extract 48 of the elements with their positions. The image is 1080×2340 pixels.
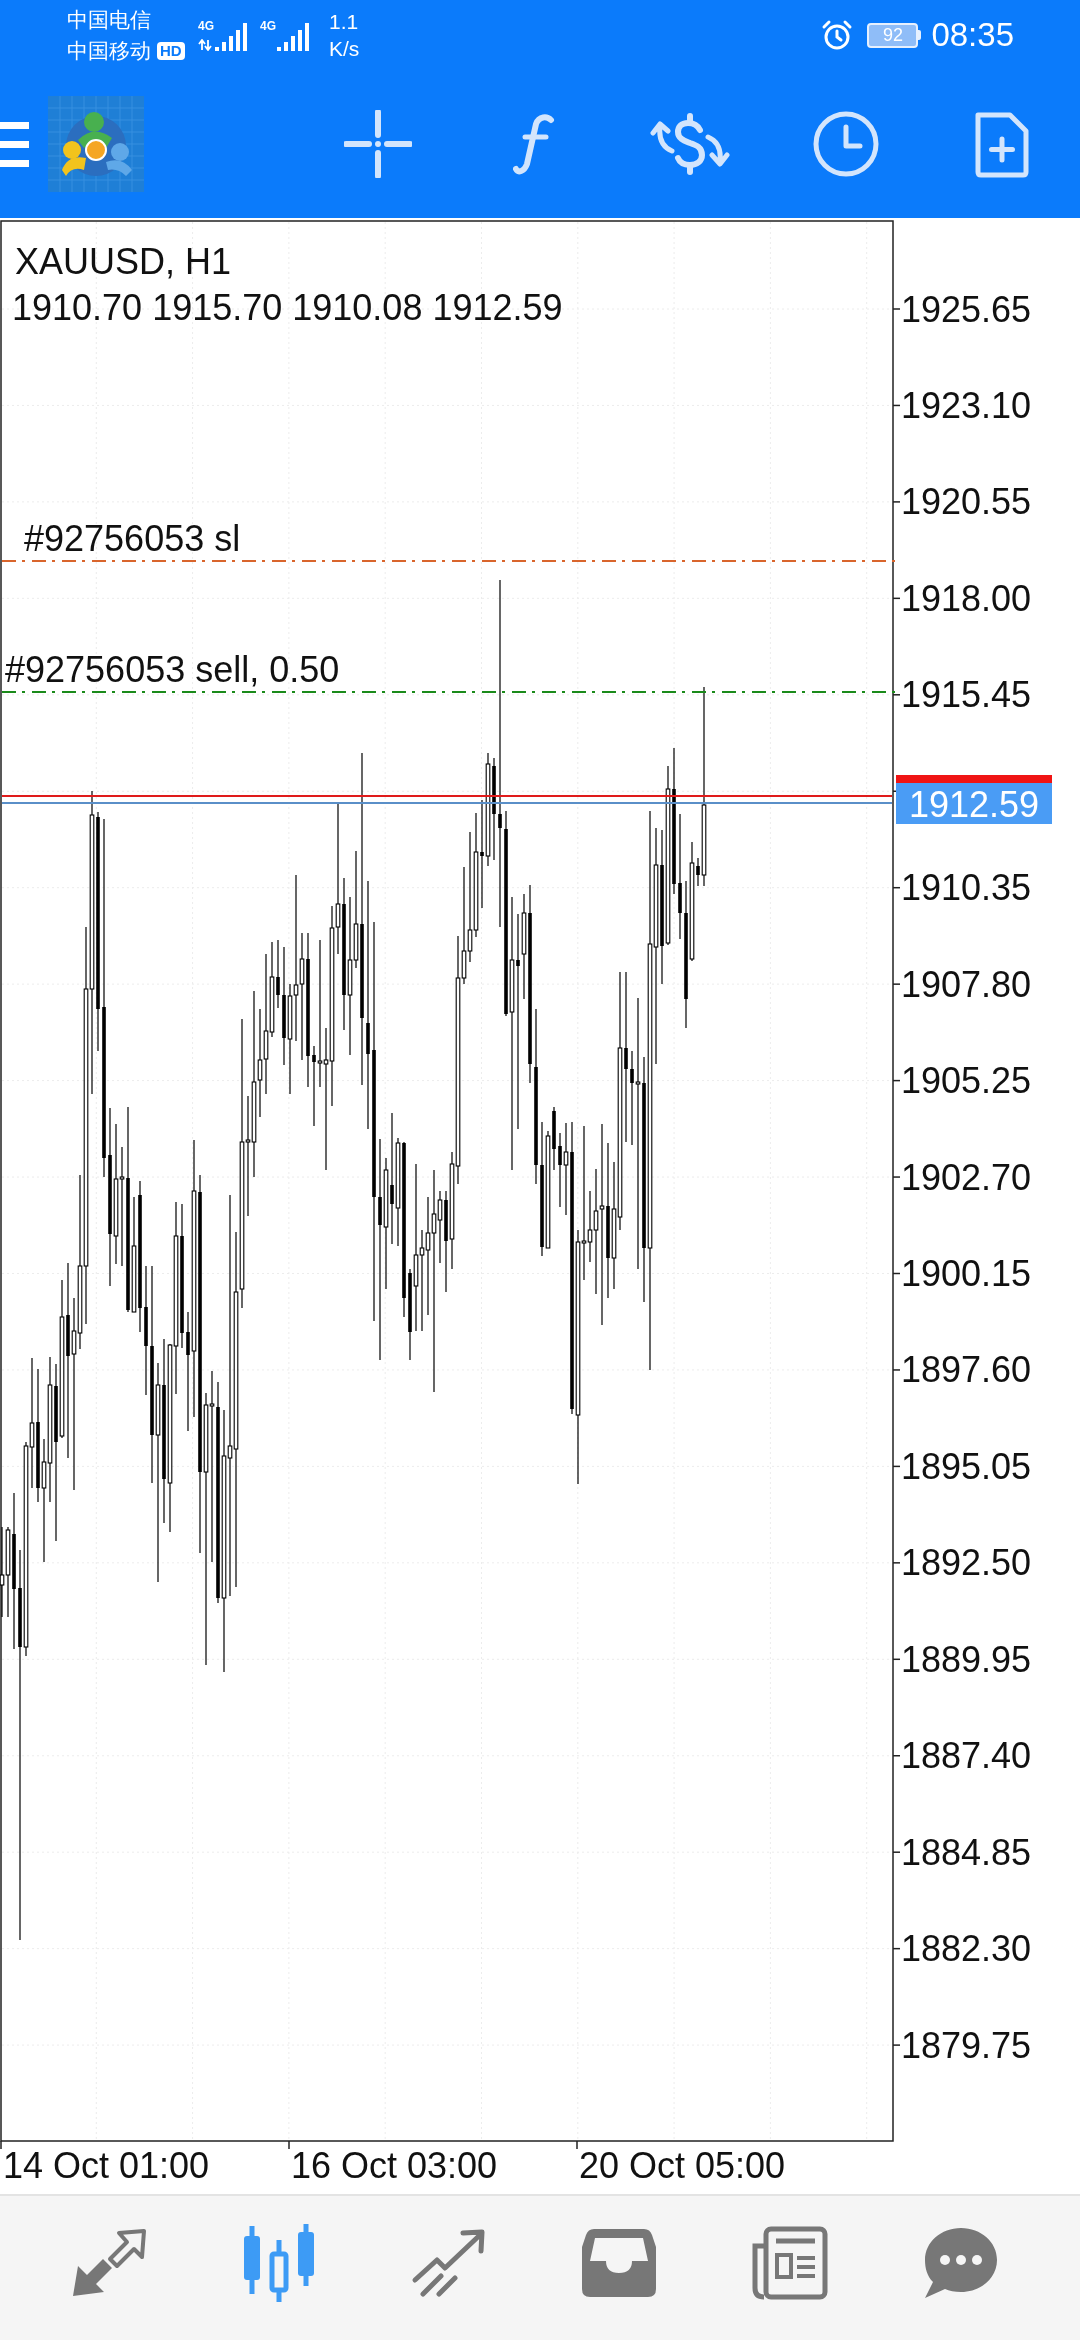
logo-icon[interactable] — [48, 96, 144, 192]
price-axis-label: 1910.35 — [901, 867, 1032, 909]
price-axis-label: 1907.80 — [901, 963, 1032, 1005]
time-axis-label: 14 Oct 01:00 — [3, 2144, 210, 2186]
hd-badge: HD — [157, 41, 185, 60]
menu-icon[interactable] — [0, 121, 29, 167]
carrier-name: 中国移动 — [67, 37, 151, 64]
price-axis-label: 1923.10 — [901, 384, 1032, 426]
clock-time: 08:35 — [931, 15, 1014, 55]
inbox-icon[interactable] — [582, 2229, 656, 2297]
price-axis-label: 1892.50 — [901, 1542, 1032, 1584]
order-label: #92756053 sell, 0.50 — [5, 648, 340, 690]
ohlc-values: 1910.70 1915.70 1910.08 1912.59 — [12, 286, 563, 328]
price-axis-label: 1882.30 — [901, 1928, 1032, 1970]
speed-unit: K/s — [329, 36, 360, 62]
trend-arrow-icon[interactable] — [411, 2228, 487, 2298]
price-axis-label: 1920.55 — [901, 481, 1032, 523]
newspaper-icon[interactable] — [750, 2226, 828, 2300]
price-axis-label: 1900.15 — [901, 1253, 1032, 1294]
price-axis-label: 1897.60 — [901, 1349, 1032, 1391]
price-axis-label: 1889.95 — [901, 1638, 1032, 1680]
symbol-title: XAUUSD, H1 — [15, 240, 232, 282]
price-axis-label: 1879.75 — [901, 2024, 1032, 2066]
price-axis-label: 1925.65 — [901, 288, 1032, 330]
network-type-label: 4G — [260, 19, 275, 33]
price-axis-label: 1895.05 — [901, 1445, 1032, 1487]
price-axis-label: 1887.40 — [901, 1735, 1032, 1777]
document-plus-icon[interactable] — [974, 110, 1030, 178]
network-type-label: 4G — [198, 19, 213, 33]
time-axis-label: 20 Oct 05:00 — [579, 2144, 786, 2186]
price-axis-label: 1902.70 — [901, 1156, 1032, 1198]
price-axis-label: 1905.25 — [901, 1060, 1032, 1102]
price-axis-label: 1915.45 — [901, 674, 1032, 716]
current-price-tag: 1912.59 — [896, 783, 1052, 825]
price-axis-label: 1884.85 — [901, 1831, 1032, 1873]
carrier-name: 中国电信 — [67, 6, 151, 33]
dollar-arrows-icon[interactable] — [650, 113, 730, 175]
function-icon[interactable] — [513, 113, 555, 175]
double-arrow-icon[interactable] — [71, 2228, 147, 2298]
order-label: #92756053 sl — [24, 517, 241, 559]
crosshair-icon[interactable] — [344, 110, 412, 178]
alarm-icon — [821, 19, 854, 51]
time-axis-label: 16 Oct 03:00 — [291, 2144, 498, 2186]
speed-value: 1.1 — [329, 9, 360, 35]
price-axis-label: 1918.00 — [901, 577, 1032, 619]
battery-indicator: 92 — [867, 22, 922, 48]
signal-icon — [215, 21, 248, 51]
clock-icon[interactable] — [812, 110, 880, 178]
